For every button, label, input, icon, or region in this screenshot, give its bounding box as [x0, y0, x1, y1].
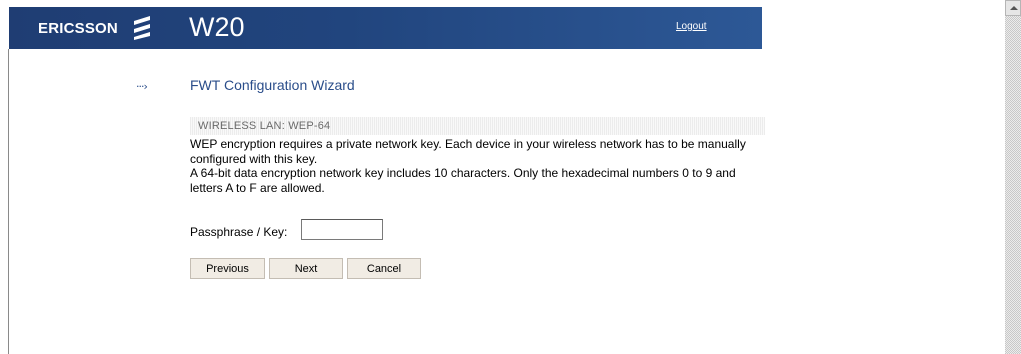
passphrase-input[interactable] [301, 219, 383, 240]
cancel-button[interactable]: Cancel [347, 258, 421, 279]
dotted-arrow-icon: ···› [136, 80, 148, 93]
scroll-up-button[interactable] [1005, 0, 1021, 16]
wizard-title: FWT Configuration Wizard [190, 77, 355, 93]
vertical-scrollbar[interactable] [1005, 0, 1021, 354]
next-button[interactable]: Next [269, 258, 343, 279]
previous-button[interactable]: Previous [190, 258, 265, 279]
section-header-bar: WIRELESS LAN: WEP-64 [190, 117, 765, 135]
logout-link[interactable]: Logout [676, 21, 707, 32]
header-banner: ERICSSON W20 Logout [9, 7, 762, 49]
description-line-2: A 64-bit data encryption network key inc… [190, 166, 736, 195]
description-line-1: WEP encryption requires a private networ… [190, 137, 746, 166]
section-title: WIRELESS LAN: WEP-64 [198, 120, 331, 132]
passphrase-label: Passphrase / Key: [190, 225, 288, 239]
scroll-up-arrow-icon [1010, 6, 1018, 10]
product-name: W20 [189, 12, 245, 42]
ericsson-logo-icon [134, 16, 150, 40]
description-text: WEP encryption requires a private networ… [190, 137, 770, 195]
left-border-divider [8, 49, 9, 354]
brand-name: ERICSSON [38, 20, 118, 37]
